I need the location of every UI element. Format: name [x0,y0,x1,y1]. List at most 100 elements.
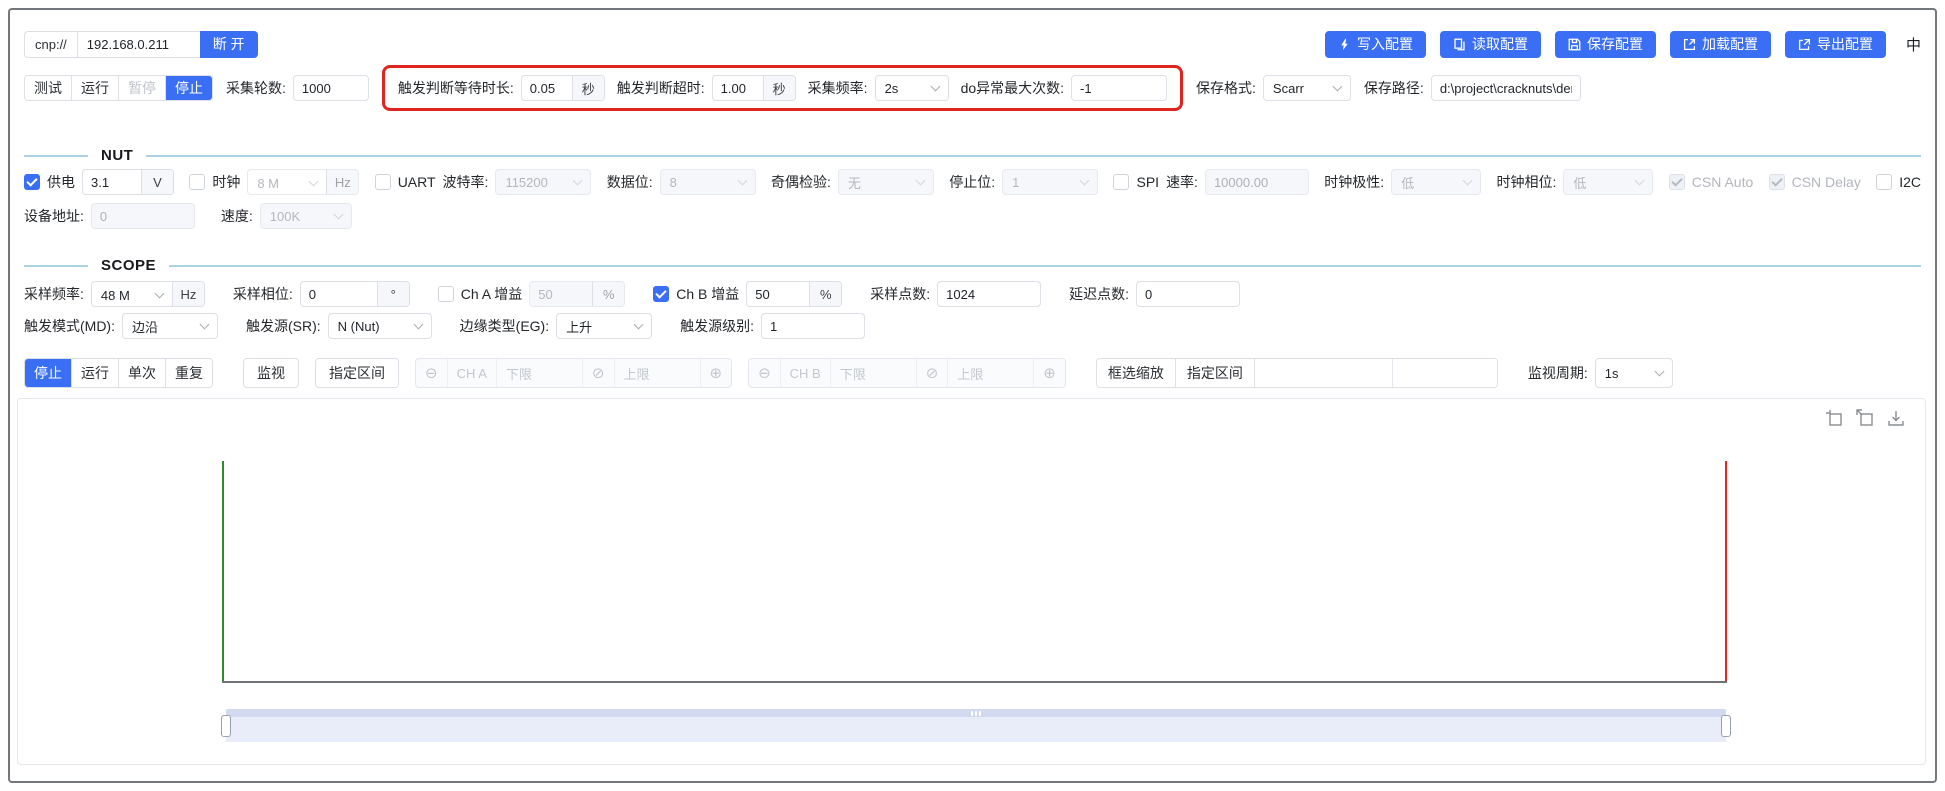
export-icon [1798,38,1811,51]
cpha-select[interactable]: 低 [1563,169,1654,195]
zoom-range-end-input[interactable] [1392,359,1497,387]
parity-select[interactable]: 无 [837,169,934,195]
load-config-button[interactable]: 加载配置 [1669,30,1771,58]
baud-select[interactable]: 115200 [495,169,592,195]
chb-bounds-label: CH B [781,359,831,387]
sample-points-input[interactable] [937,281,1042,307]
sample-freq-select[interactable]: 48 M [91,282,172,306]
delay-points-input[interactable] [1136,281,1241,307]
disconnect-button[interactable]: 断 开 [199,30,258,58]
clock-freq-select[interactable]: 8 M [248,170,326,194]
export-config-button[interactable]: 导出配置 [1784,30,1886,58]
trigger-level-input[interactable] [761,313,866,339]
decrease-icon[interactable]: ⊖ [749,359,781,387]
power-voltage-input[interactable] [83,170,141,194]
scope-stop-button[interactable]: 停止 [25,359,72,387]
mode-pause-button[interactable]: 暂停 [119,76,166,100]
baud-value: 115200 [505,174,548,190]
decrease-icon[interactable]: ⊖ [416,359,448,387]
chevron-down-icon [930,81,941,91]
zoom-range-start-input[interactable] [1254,359,1393,387]
stopbits-select[interactable]: 1 [1002,169,1099,195]
watch-button[interactable]: 监视 [243,358,299,388]
spi-rate-input[interactable] [1204,169,1309,195]
lightning-icon [1338,38,1351,51]
chb-checkbox[interactable] [653,286,670,302]
ip-input[interactable] [77,31,200,57]
power-checkbox[interactable] [24,174,40,190]
cha-lower-input[interactable]: 下限 [497,359,583,387]
chevron-down-icon [1462,175,1473,185]
edge-type-select[interactable]: 上升 [556,313,653,339]
box-zoom-button[interactable]: 框选缩放 [1097,359,1176,387]
save-path-input[interactable] [1430,75,1581,101]
cpol-field: 时钟极性: 低 [1324,169,1482,195]
scope-run-button[interactable]: 运行 [72,359,119,387]
restore-zoom-icon[interactable] [1856,409,1874,427]
sample-phase-input[interactable] [300,282,377,306]
datazoom-grip-icon[interactable] [971,711,981,716]
nut-section-divider: NUT [24,147,1921,164]
spi-checkbox[interactable] [1113,174,1130,190]
cpol-select[interactable]: 低 [1391,169,1482,195]
acquisition-mode-group: 测试 运行 暂停 停止 [24,75,213,101]
language-toggle[interactable]: 中 [1906,34,1921,55]
rounds-input[interactable] [292,75,369,101]
stopbits-field: 停止位: 1 [949,169,1099,195]
i2c-speed-select[interactable]: 100K [259,203,352,229]
datazoom-selection[interactable] [226,717,1726,742]
increase-icon[interactable]: ⊕ [1034,359,1065,387]
read-config-button[interactable]: 读取配置 [1439,30,1541,58]
connection-bar: cnp:// 断 开 写入配置 读取配置 保存配置 加载配置 [24,30,1921,58]
mode-test-button[interactable]: 测试 [25,76,72,100]
zoom-range-button[interactable]: 指定区间 [1176,359,1255,387]
trigger-timeout-input[interactable] [712,76,763,100]
range-label: 指定区间 [329,365,385,381]
link-icon[interactable]: ⊘ [583,359,615,387]
chevron-down-icon [333,209,344,219]
mode-run-button[interactable]: 运行 [72,76,119,100]
trigger-mode-select[interactable]: 边沿 [122,313,218,339]
cha-gain-input[interactable] [530,282,593,306]
csn-auto-checkbox[interactable] [1668,174,1685,190]
watch-label: 监视 [257,365,285,381]
increase-icon[interactable]: ⊕ [701,359,732,387]
nut-row-1: 供电 V 时钟 8 M Hz UART 波特率: 115200 [24,168,1921,196]
monitor-period-select[interactable]: 1s [1594,358,1673,388]
import-icon [1683,38,1696,51]
sample-freq-label: 采样频率: [24,286,84,302]
scope-repeat-button[interactable]: 重复 [166,359,212,387]
i2c-checkbox[interactable] [1876,174,1893,190]
chb-lower-input[interactable]: 下限 [831,359,917,387]
chb-upper-input[interactable]: 上限 [948,359,1035,387]
cha-checkbox[interactable] [437,286,454,302]
chb-gain-input[interactable] [747,282,810,306]
csn-delay-checkbox[interactable] [1768,174,1785,190]
datazoom-left-handle[interactable] [221,714,231,737]
seconds-unit: 秒 [762,76,795,100]
save-config-button[interactable]: 保存配置 [1554,30,1656,58]
download-image-icon[interactable] [1887,409,1905,427]
cha-upper-input[interactable]: 上限 [615,359,701,387]
device-addr-input[interactable] [90,203,195,229]
mode-stop-button[interactable]: 停止 [166,76,212,100]
export-config-label: 导出配置 [1816,36,1873,52]
trigger-source-select[interactable]: N (Nut) [327,313,432,339]
trigger-mode-label: 触发模式(MD): [24,318,115,334]
box-select-icon[interactable] [1825,409,1843,427]
uart-checkbox[interactable] [374,174,391,190]
datazoom-right-handle[interactable] [1721,714,1731,737]
do-error-input[interactable] [1071,75,1168,101]
trigger-source-value: N (Nut) [337,318,380,334]
trigger-level-label: 触发源级别: [680,318,755,334]
scope-single-button[interactable]: 单次 [119,359,166,387]
save-format-select[interactable]: Scarr [1262,75,1351,101]
link-icon[interactable]: ⊘ [917,359,949,387]
clock-checkbox[interactable] [189,174,206,190]
range-button[interactable]: 指定区间 [315,358,399,388]
acq-freq-select[interactable]: 2s [874,75,949,101]
write-config-button[interactable]: 写入配置 [1324,30,1426,58]
trigger-wait-input[interactable] [521,76,572,100]
datazoom-slider[interactable] [221,709,1731,742]
databits-select[interactable]: 8 [659,169,756,195]
